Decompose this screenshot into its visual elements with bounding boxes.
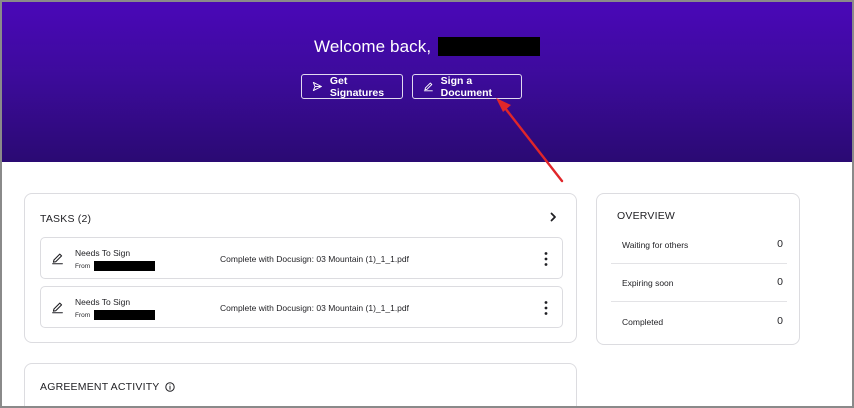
- task-row[interactable]: Needs To Sign From Complete with Docusig…: [40, 237, 563, 279]
- redacted-sender: [94, 310, 156, 320]
- tasks-card: TASKS (2) Needs To Sign From Complete wi…: [24, 193, 577, 343]
- get-signatures-button[interactable]: Get Signatures: [301, 74, 403, 99]
- overview-row-completed[interactable]: Completed 0: [611, 303, 787, 341]
- sign-document-label: Sign a Document: [440, 74, 492, 99]
- kebab-menu-icon[interactable]: [541, 299, 551, 317]
- overview-count: 0: [777, 238, 783, 250]
- welcome-text: Welcome back,: [313, 37, 432, 56]
- app-window: Welcome back, Get Signatures Sign a Docu…: [0, 0, 854, 408]
- overview-card: OVERVIEW Waiting for others 0 Expiring s…: [596, 193, 800, 345]
- task-document-name: Complete with Docusign: 03 Mountain (1)_…: [220, 254, 409, 264]
- pen-icon: [52, 302, 63, 314]
- agreement-activity-title: AGREEMENT ACTIVITY: [40, 381, 175, 393]
- welcome-banner: Welcome back, Get Signatures Sign a Docu…: [2, 2, 852, 162]
- pen-icon: [423, 82, 433, 92]
- redacted-user-name: [438, 37, 541, 57]
- get-signatures-label: Get Signatures: [329, 74, 385, 99]
- chevron-right-icon[interactable]: [547, 211, 559, 223]
- task-from-label: From: [75, 262, 91, 270]
- tasks-title: TASKS (2): [40, 213, 92, 225]
- overview-count: 0: [777, 276, 783, 288]
- overview-label: Completed: [622, 317, 664, 327]
- overview-label: Expiring soon: [622, 278, 674, 288]
- kebab-menu-icon[interactable]: [541, 250, 551, 268]
- redacted-sender: [94, 261, 156, 271]
- task-row[interactable]: Needs To Sign From Complete with Docusig…: [40, 286, 563, 328]
- overview-title: OVERVIEW: [617, 210, 676, 222]
- task-from: From: [75, 261, 156, 271]
- overview-count: 0: [777, 315, 783, 327]
- welcome-heading: Welcome back,: [2, 37, 852, 57]
- send-icon: [312, 81, 322, 92]
- task-from-label: From: [75, 311, 91, 319]
- task-status: Needs To Sign: [75, 297, 131, 307]
- task-from: From: [75, 310, 156, 320]
- overview-row-waiting[interactable]: Waiting for others 0: [611, 226, 787, 264]
- task-status: Needs To Sign: [75, 248, 131, 258]
- agreement-activity-card: AGREEMENT ACTIVITY: [24, 363, 577, 406]
- agreement-activity-label: AGREEMENT ACTIVITY: [40, 381, 160, 393]
- sign-document-button[interactable]: Sign a Document: [412, 74, 522, 99]
- overview-row-expiring[interactable]: Expiring soon 0: [611, 264, 787, 302]
- task-document-name: Complete with Docusign: 03 Mountain (1)_…: [220, 303, 409, 313]
- overview-label: Waiting for others: [622, 240, 689, 250]
- info-icon[interactable]: [164, 382, 175, 392]
- pen-icon: [52, 253, 63, 265]
